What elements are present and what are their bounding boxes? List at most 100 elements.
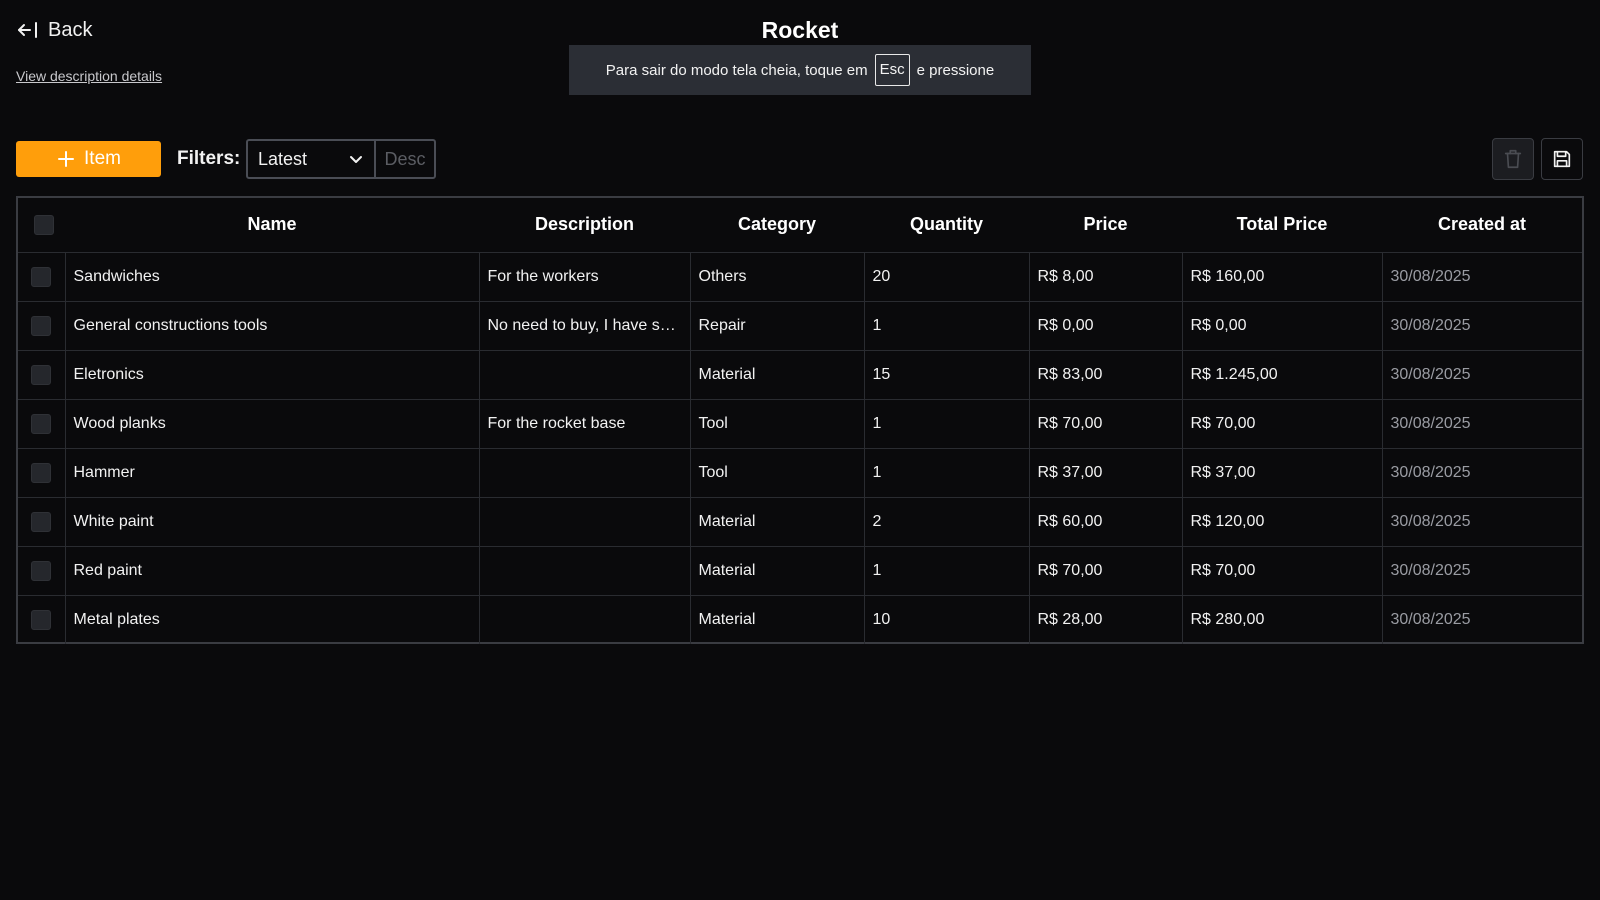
cell-created-at: 30/08/2025 bbox=[1381, 448, 1582, 498]
cell-name[interactable]: White paint bbox=[64, 497, 479, 547]
cell-quantity[interactable]: 10 bbox=[863, 595, 1029, 644]
row-checkbox[interactable] bbox=[31, 266, 52, 287]
cell-quantity[interactable]: 2 bbox=[863, 497, 1029, 547]
delete-button[interactable] bbox=[1492, 138, 1534, 180]
table-row[interactable]: White paint Material 2 R$ 60,00 R$ 120,0… bbox=[18, 497, 1582, 547]
page-title: Rocket bbox=[761, 17, 839, 43]
cell-description[interactable] bbox=[478, 546, 690, 596]
table-row[interactable]: Wood planks For the rocket base Tool 1 R… bbox=[18, 399, 1582, 449]
fullscreen-toast: Para sair do modo tela cheia, toque em E… bbox=[569, 45, 1031, 95]
add-item-button[interactable]: Item bbox=[16, 141, 161, 177]
cell-created-at: 30/08/2025 bbox=[1381, 595, 1582, 644]
cell-name[interactable]: Metal plates bbox=[64, 595, 479, 644]
column-header-category[interactable]: Category bbox=[690, 198, 864, 253]
column-header-created-at[interactable]: Created at bbox=[1382, 198, 1582, 253]
column-header-name[interactable]: Name bbox=[65, 198, 479, 253]
cell-name[interactable]: Hammer bbox=[64, 448, 479, 498]
cell-category[interactable]: Repair bbox=[689, 301, 864, 351]
row-checkbox[interactable] bbox=[31, 560, 52, 581]
cell-quantity[interactable]: 1 bbox=[863, 546, 1029, 596]
cell-name[interactable]: Eletronics bbox=[64, 350, 479, 400]
cell-price[interactable]: R$ 28,00 bbox=[1028, 595, 1182, 644]
row-select-cell bbox=[18, 497, 65, 547]
row-checkbox[interactable] bbox=[31, 315, 52, 336]
cell-price[interactable]: R$ 83,00 bbox=[1028, 350, 1182, 400]
cell-total-price: R$ 0,00 bbox=[1181, 301, 1382, 351]
cell-created-at: 30/08/2025 bbox=[1381, 546, 1582, 596]
table-row[interactable]: Hammer Tool 1 R$ 37,00 R$ 37,00 30/08/20… bbox=[18, 448, 1582, 498]
add-item-label: Item bbox=[84, 148, 121, 169]
table-row[interactable]: General constructions tools No need to b… bbox=[18, 301, 1582, 351]
cell-name[interactable]: General constructions tools bbox=[64, 301, 479, 351]
cell-total-price: R$ 70,00 bbox=[1181, 399, 1382, 449]
cell-quantity[interactable]: 1 bbox=[863, 301, 1029, 351]
row-checkbox[interactable] bbox=[31, 609, 52, 630]
table-row[interactable]: Red paint Material 1 R$ 70,00 R$ 70,00 3… bbox=[18, 546, 1582, 596]
view-description-details-link[interactable]: View description details bbox=[16, 68, 162, 84]
row-checkbox[interactable] bbox=[31, 364, 52, 385]
table-row[interactable]: Sandwiches For the workers Others 20 R$ … bbox=[18, 252, 1582, 302]
cell-category[interactable]: Material bbox=[689, 350, 864, 400]
cell-description[interactable] bbox=[478, 448, 690, 498]
select-all-cell bbox=[18, 198, 65, 253]
cell-created-at: 30/08/2025 bbox=[1381, 497, 1582, 547]
chevron-down-icon bbox=[350, 156, 362, 163]
column-header-quantity[interactable]: Quantity bbox=[864, 198, 1029, 253]
row-checkbox[interactable] bbox=[31, 462, 52, 483]
row-checkbox[interactable] bbox=[31, 511, 52, 532]
cell-total-price: R$ 120,00 bbox=[1181, 497, 1382, 547]
row-select-cell bbox=[18, 595, 65, 644]
cell-price[interactable]: R$ 70,00 bbox=[1028, 399, 1182, 449]
cell-created-at: 30/08/2025 bbox=[1381, 399, 1582, 449]
cell-description[interactable] bbox=[478, 497, 690, 547]
column-header-total-price[interactable]: Total Price bbox=[1182, 198, 1382, 253]
cell-total-price: R$ 160,00 bbox=[1181, 252, 1382, 302]
cell-description[interactable] bbox=[478, 595, 690, 644]
cell-quantity[interactable]: 15 bbox=[863, 350, 1029, 400]
cell-category[interactable]: Material bbox=[689, 497, 864, 547]
row-select-cell bbox=[18, 448, 65, 498]
sort-select-value: Latest bbox=[258, 148, 308, 169]
cell-name[interactable]: Sandwiches bbox=[64, 252, 479, 302]
cell-price[interactable]: R$ 37,00 bbox=[1028, 448, 1182, 498]
trash-icon bbox=[1504, 149, 1522, 169]
items-table: Name Description Category Quantity Price… bbox=[16, 196, 1584, 644]
sort-select[interactable]: Latest bbox=[248, 141, 376, 177]
cell-category[interactable]: Tool bbox=[689, 399, 864, 449]
select-all-checkbox[interactable] bbox=[33, 215, 54, 236]
row-select-cell bbox=[18, 301, 65, 351]
cell-name[interactable]: Red paint bbox=[64, 546, 479, 596]
filters-label: Filters: bbox=[177, 148, 241, 169]
row-select-cell bbox=[18, 252, 65, 302]
save-button[interactable] bbox=[1541, 138, 1583, 180]
cell-price[interactable]: R$ 8,00 bbox=[1028, 252, 1182, 302]
cell-description[interactable]: For the workers bbox=[478, 252, 690, 302]
table-row[interactable]: Eletronics Material 15 R$ 83,00 R$ 1.245… bbox=[18, 350, 1582, 400]
column-header-description[interactable]: Description bbox=[479, 198, 690, 253]
cell-name[interactable]: Wood planks bbox=[64, 399, 479, 449]
row-checkbox[interactable] bbox=[31, 413, 52, 434]
cell-price[interactable]: R$ 70,00 bbox=[1028, 546, 1182, 596]
cell-category[interactable]: Material bbox=[689, 546, 864, 596]
cell-quantity[interactable]: 20 bbox=[863, 252, 1029, 302]
cell-category[interactable]: Material bbox=[689, 595, 864, 644]
column-header-price[interactable]: Price bbox=[1029, 198, 1182, 253]
cell-created-at: 30/08/2025 bbox=[1381, 252, 1582, 302]
cell-total-price: R$ 1.245,00 bbox=[1181, 350, 1382, 400]
cell-category[interactable]: Others bbox=[689, 252, 864, 302]
cell-description[interactable] bbox=[478, 350, 690, 400]
cell-quantity[interactable]: 1 bbox=[863, 399, 1029, 449]
cell-quantity[interactable]: 1 bbox=[863, 448, 1029, 498]
cell-description[interactable]: No need to buy, I have so… bbox=[478, 301, 690, 351]
row-select-cell bbox=[18, 350, 65, 400]
filter-group: Latest Desc bbox=[246, 139, 436, 179]
cell-description[interactable]: For the rocket base bbox=[478, 399, 690, 449]
order-toggle-button[interactable]: Desc bbox=[376, 141, 434, 177]
cell-price[interactable]: R$ 0,00 bbox=[1028, 301, 1182, 351]
row-select-cell bbox=[18, 399, 65, 449]
cell-price[interactable]: R$ 60,00 bbox=[1028, 497, 1182, 547]
cell-created-at: 30/08/2025 bbox=[1381, 350, 1582, 400]
table-row[interactable]: Metal plates Material 10 R$ 28,00 R$ 280… bbox=[18, 595, 1582, 644]
cell-category[interactable]: Tool bbox=[689, 448, 864, 498]
cell-created-at: 30/08/2025 bbox=[1381, 301, 1582, 351]
